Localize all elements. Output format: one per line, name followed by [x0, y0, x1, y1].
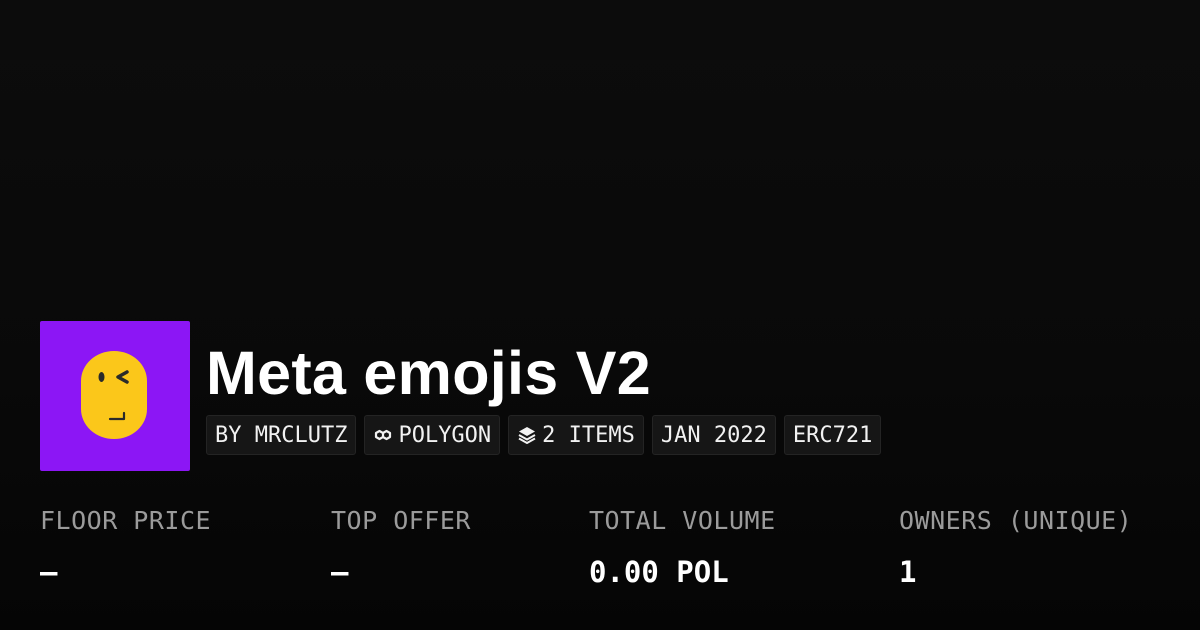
- collection-share-card: Meta emojis V2 BY MRCLUTZ POLYGON 2 ITEM…: [0, 0, 1200, 630]
- stat-top-offer: TOP OFFER –: [331, 504, 471, 589]
- items-label: 2 ITEMS: [542, 422, 635, 448]
- creator-label: BY MRCLUTZ: [215, 422, 348, 448]
- chain-badge[interactable]: POLYGON: [364, 415, 501, 455]
- stat-label: FLOOR PRICE: [40, 506, 212, 535]
- stat-label: TOP OFFER: [331, 506, 471, 535]
- collection-badges: BY MRCLUTZ POLYGON 2 ITEMS JAN 2022 ERC7…: [206, 415, 882, 455]
- stat-value: 1: [899, 555, 917, 589]
- stat-label: OWNERS (UNIQUE): [899, 506, 1133, 535]
- items-badge[interactable]: 2 ITEMS: [508, 415, 644, 455]
- collection-title: Meta emojis V2: [206, 339, 651, 407]
- stat-value: –: [331, 555, 349, 589]
- standard-label: ERC721: [792, 422, 873, 448]
- stat-value: 0.00 POL: [589, 555, 729, 589]
- standard-badge: ERC721: [783, 415, 882, 455]
- stat-label: TOTAL VOLUME: [589, 506, 776, 535]
- chain-link-icon: [373, 425, 393, 445]
- collection-avatar: [40, 321, 190, 471]
- winking-emoji-icon: [81, 351, 147, 439]
- stat-owners: OWNERS (UNIQUE) 1: [899, 504, 1132, 589]
- layers-icon: [517, 425, 537, 445]
- date-label: JAN 2022: [660, 422, 767, 448]
- stat-total-volume: TOTAL VOLUME 0.00 POL: [589, 504, 776, 589]
- creator-badge[interactable]: BY MRCLUTZ: [206, 415, 357, 455]
- stat-floor-price: FLOOR PRICE –: [40, 504, 211, 589]
- chain-label: POLYGON: [398, 422, 492, 448]
- stat-value: –: [40, 555, 58, 589]
- date-badge: JAN 2022: [651, 415, 776, 455]
